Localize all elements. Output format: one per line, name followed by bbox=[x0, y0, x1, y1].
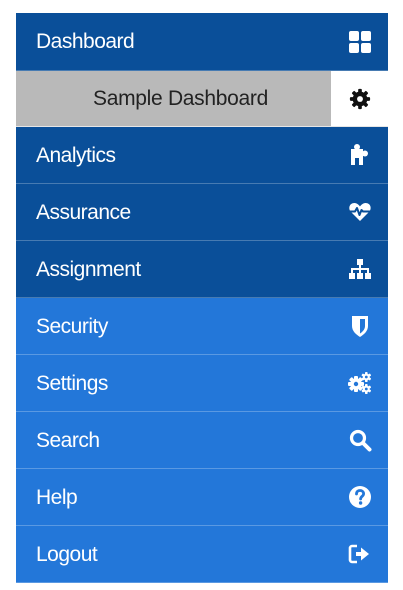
sidebar-menu: Dashboard Sample Dashboard Analytics Ass… bbox=[16, 13, 388, 583]
sidebar-item-help[interactable]: Help bbox=[16, 469, 388, 526]
sidebar-item-dashboard[interactable]: Dashboard bbox=[16, 13, 388, 71]
sidebar-item-search[interactable]: Search bbox=[16, 412, 388, 469]
dashboard-settings-button[interactable] bbox=[331, 71, 388, 126]
submenu-row: Sample Dashboard bbox=[16, 71, 388, 127]
sidebar-subitem-sample-dashboard[interactable]: Sample Dashboard bbox=[16, 71, 331, 126]
sidebar-item-logout[interactable]: Logout bbox=[16, 526, 388, 583]
puzzle-icon bbox=[346, 141, 374, 169]
shield-icon bbox=[346, 312, 374, 340]
grid-icon bbox=[346, 28, 374, 56]
sidebar-item-settings[interactable]: Settings bbox=[16, 355, 388, 412]
sidebar-item-label: Dashboard bbox=[36, 30, 135, 53]
sidebar-item-label: Analytics bbox=[36, 143, 116, 167]
cogs-icon bbox=[346, 369, 374, 397]
sidebar-item-label: Help bbox=[36, 485, 78, 509]
sidebar-item-label: Assignment bbox=[36, 257, 141, 281]
sidebar-item-label: Security bbox=[36, 314, 108, 338]
sidebar-item-security[interactable]: Security bbox=[16, 298, 388, 355]
sidebar-item-analytics[interactable]: Analytics bbox=[16, 127, 388, 184]
sitemap-icon bbox=[346, 255, 374, 283]
sidebar-item-label: Logout bbox=[36, 542, 98, 566]
sidebar-item-assurance[interactable]: Assurance bbox=[16, 184, 388, 241]
question-circle-icon bbox=[346, 483, 374, 511]
sidebar-item-label: Settings bbox=[36, 371, 108, 395]
sidebar-item-assignment[interactable]: Assignment bbox=[16, 241, 388, 298]
sidebar-item-label: Assurance bbox=[36, 200, 131, 224]
sidebar-item-label: Search bbox=[36, 428, 100, 452]
heartbeat-icon bbox=[346, 198, 374, 226]
gear-icon bbox=[349, 88, 371, 110]
search-icon bbox=[346, 426, 374, 454]
sign-out-icon bbox=[346, 540, 374, 568]
